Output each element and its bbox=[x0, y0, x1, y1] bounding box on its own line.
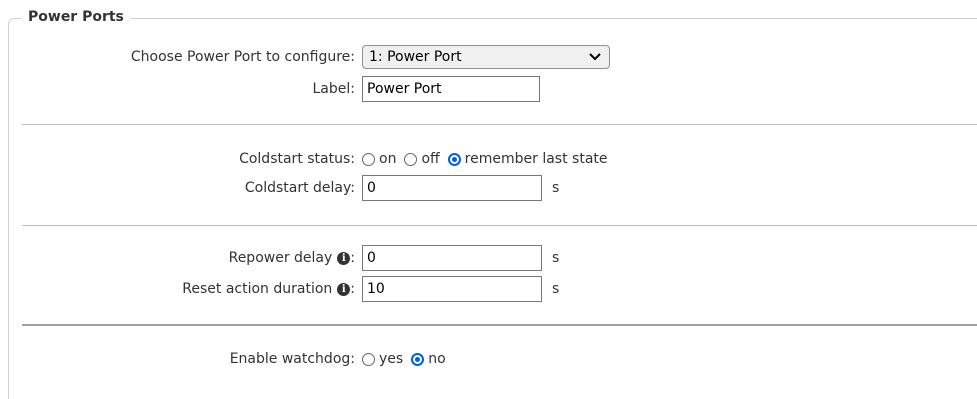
reset-duration-input[interactable] bbox=[362, 276, 542, 302]
reset-duration-unit: s bbox=[552, 281, 560, 297]
coldstart-status-radio-group: on off remember last state bbox=[362, 151, 616, 167]
info-icon[interactable]: i bbox=[337, 251, 351, 265]
radio-circle-icon bbox=[404, 152, 418, 166]
chevron-down-icon bbox=[589, 53, 601, 61]
divider bbox=[22, 124, 977, 125]
radio-label: remember last state bbox=[464, 151, 608, 167]
coldstart-remember-radio[interactable]: remember last state bbox=[447, 151, 608, 167]
port-select-label: Choose Power Port to configure: bbox=[130, 49, 355, 65]
power-port-select[interactable]: 1: Power Port bbox=[362, 45, 610, 69]
coldstart-on-radio[interactable]: on bbox=[362, 151, 396, 167]
coldstart-status-row: Coldstart status: on off remember last s… bbox=[0, 146, 977, 172]
radio-label: on bbox=[379, 151, 397, 167]
label-colon: : bbox=[350, 281, 355, 297]
radio-label: yes bbox=[379, 351, 404, 367]
watchdog-yes-radio[interactable]: yes bbox=[362, 351, 403, 367]
coldstart-delay-label: Coldstart delay: bbox=[244, 180, 355, 196]
repower-delay-unit: s bbox=[552, 250, 560, 266]
coldstart-delay-unit: s bbox=[552, 180, 560, 196]
radio-checked-icon bbox=[411, 352, 425, 366]
section-legend: Power Ports bbox=[22, 9, 130, 25]
reset-duration-label-wrap: Reset action duration i: bbox=[182, 281, 355, 297]
label-input[interactable] bbox=[362, 76, 540, 102]
watchdog-no-radio[interactable]: no bbox=[411, 351, 446, 367]
repower-delay-label: Repower delay bbox=[228, 250, 333, 266]
coldstart-delay-input[interactable] bbox=[362, 175, 542, 201]
watchdog-row: Enable watchdog: yes no bbox=[0, 346, 977, 372]
watchdog-radio-group: yes no bbox=[362, 351, 454, 367]
watchdog-label: Enable watchdog: bbox=[229, 351, 355, 367]
label-row: Label: bbox=[0, 76, 977, 102]
info-icon[interactable]: i bbox=[337, 282, 351, 296]
reset-duration-label: Reset action duration bbox=[182, 281, 333, 297]
radio-label: off bbox=[421, 151, 440, 167]
repower-delay-row: Repower delay i: s bbox=[0, 245, 977, 271]
radio-checked-icon bbox=[447, 152, 461, 166]
divider bbox=[22, 225, 977, 226]
label-field-label: Label: bbox=[312, 81, 356, 97]
coldstart-off-radio[interactable]: off bbox=[404, 151, 440, 167]
radio-circle-icon bbox=[362, 352, 375, 366]
repower-delay-label-wrap: Repower delay i: bbox=[229, 250, 355, 266]
radio-circle-icon bbox=[362, 152, 375, 166]
repower-delay-input[interactable] bbox=[362, 245, 542, 271]
power-port-select-value: 1: Power Port bbox=[369, 49, 462, 65]
label-colon: : bbox=[350, 250, 355, 266]
radio-label: no bbox=[428, 351, 446, 367]
divider bbox=[22, 324, 977, 326]
coldstart-status-label: Coldstart status: bbox=[239, 151, 355, 167]
coldstart-delay-row: Coldstart delay: s bbox=[0, 175, 977, 201]
reset-duration-row: Reset action duration i: s bbox=[0, 276, 977, 302]
port-select-row: Choose Power Port to configure: 1: Power… bbox=[0, 44, 977, 70]
